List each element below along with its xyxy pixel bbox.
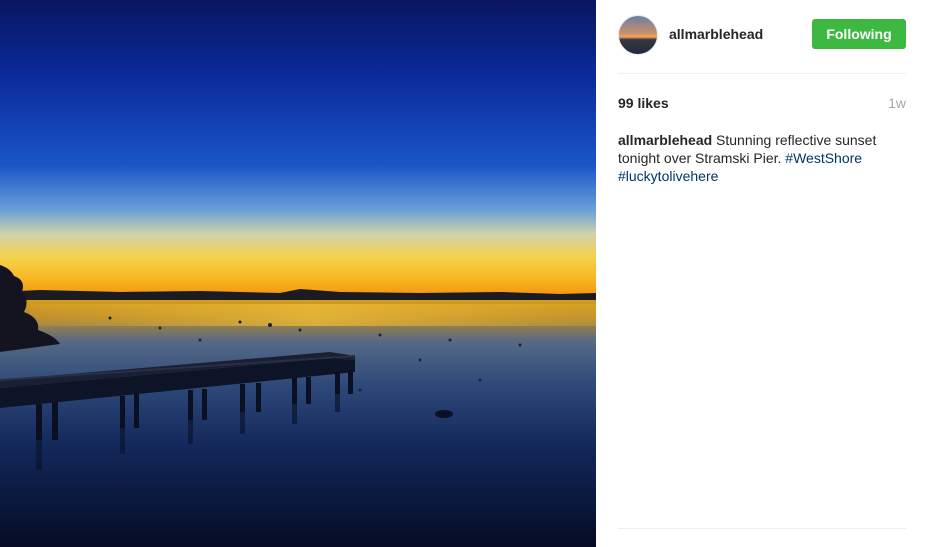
- avatar[interactable]: [618, 15, 658, 55]
- hashtag-westshore[interactable]: #WestShore: [785, 150, 862, 166]
- caption-author[interactable]: allmarblehead: [618, 132, 712, 148]
- post-caption: allmarblehead Stunning reflective sunset…: [618, 131, 908, 185]
- likes-row: 99 likes 1w: [618, 93, 906, 113]
- sunset-pier-image: [0, 0, 596, 547]
- following-button[interactable]: Following: [812, 19, 906, 49]
- header-divider: [618, 73, 906, 74]
- likes-count[interactable]: 99 likes: [618, 95, 669, 111]
- hashtag-luckytolivehere[interactable]: #luckytolivehere: [618, 168, 718, 184]
- post-header: allmarblehead Following: [618, 15, 906, 55]
- username-link[interactable]: allmarblehead: [669, 26, 763, 42]
- post-sidebar: allmarblehead Following 99 likes 1w allm…: [596, 0, 928, 547]
- post-photo[interactable]: [0, 0, 596, 547]
- footer-divider: [618, 528, 906, 529]
- post-timestamp[interactable]: 1w: [888, 95, 906, 111]
